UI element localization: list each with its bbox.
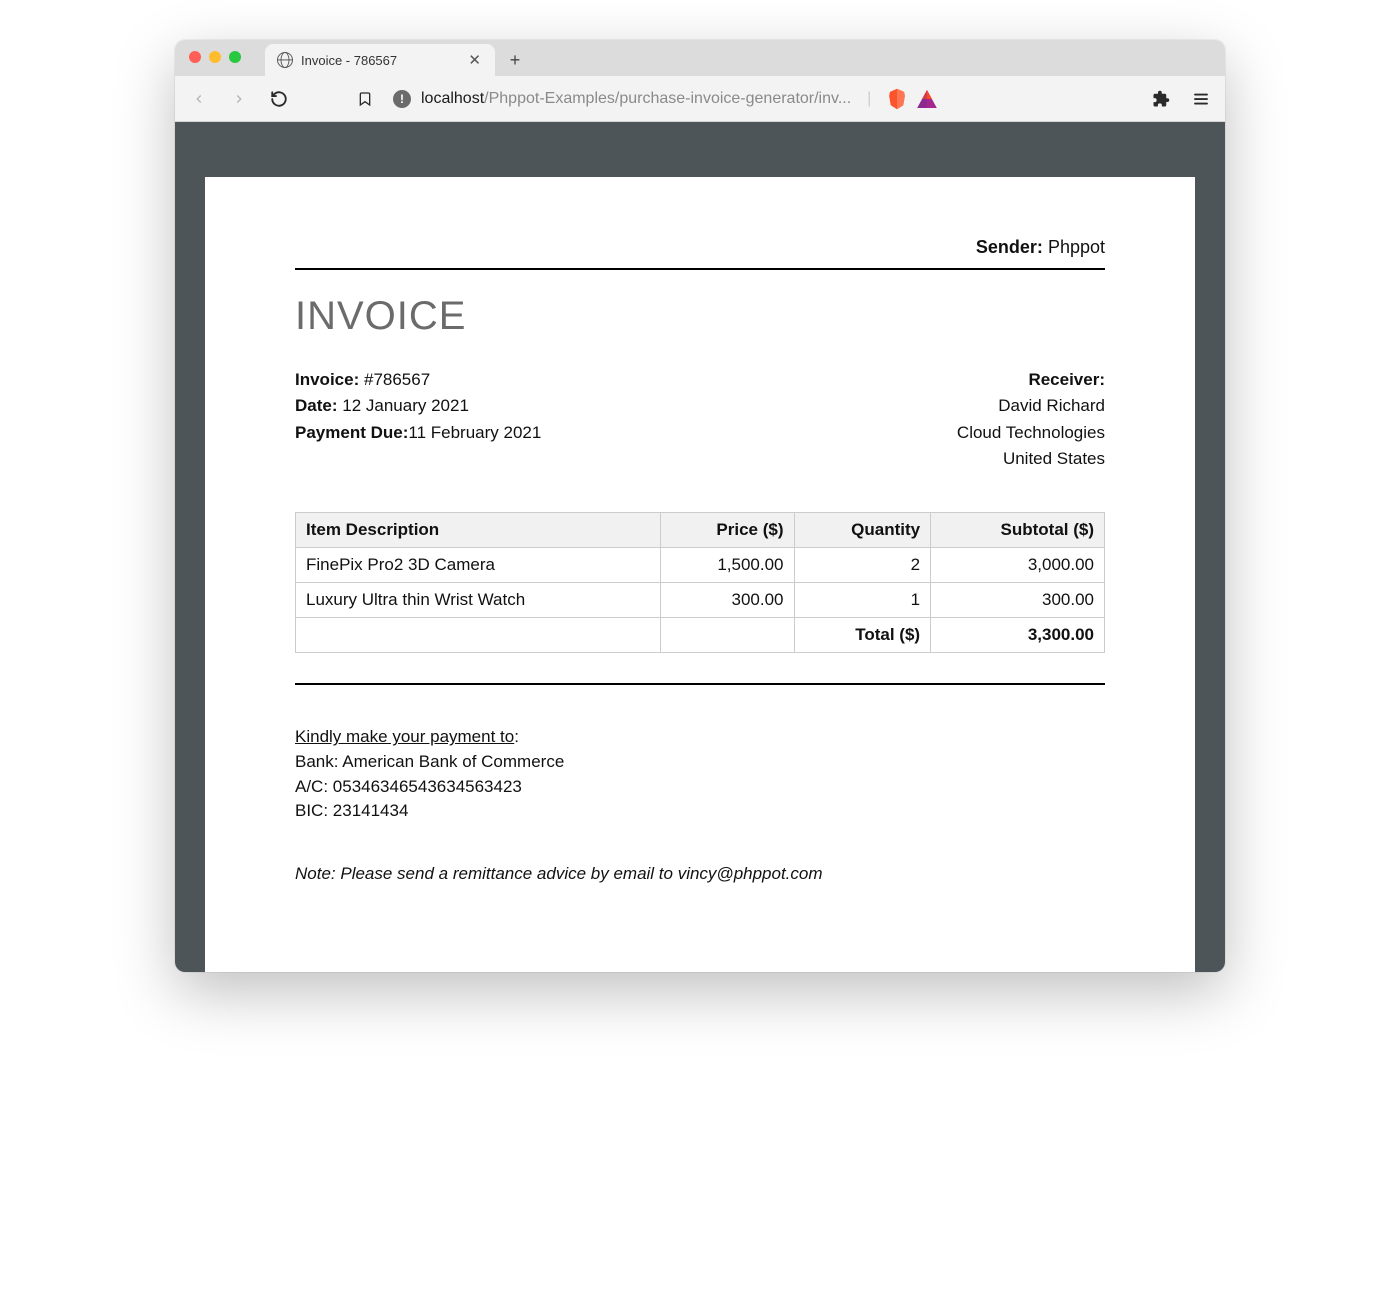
meta-row: Invoice: #786567 Date: 12 January 2021 P… — [295, 367, 1105, 472]
cell-subtotal: 300.00 — [931, 583, 1105, 618]
sender-line: Sender: Phppot — [295, 237, 1105, 258]
globe-icon — [277, 52, 293, 68]
payment-account: A/C: 05346346543634563423 — [295, 777, 522, 796]
cell-desc: FinePix Pro2 3D Camera — [296, 548, 661, 583]
table-row: FinePix Pro2 3D Camera 1,500.00 2 3,000.… — [296, 548, 1105, 583]
invoice-date-label: Date: — [295, 396, 338, 415]
window-controls — [189, 51, 241, 63]
divider — [295, 268, 1105, 270]
forward-button[interactable] — [227, 87, 251, 111]
titlebar: Invoice - 786567 ✕ + — [175, 40, 1225, 76]
cell-price: 300.00 — [660, 583, 794, 618]
sender-label: Sender: — [976, 237, 1043, 257]
payment-bank: Bank: American Bank of Commerce — [295, 752, 564, 771]
brave-shield-icon[interactable] — [887, 88, 907, 110]
site-info-icon[interactable]: ! — [393, 90, 411, 108]
tab-title: Invoice - 786567 — [301, 53, 397, 68]
invoice-number: #786567 — [364, 370, 430, 389]
toolbar: ! localhost/Phppot-Examples/purchase-inv… — [175, 76, 1225, 122]
receiver-name: David Richard — [957, 393, 1105, 419]
url-path: /Phppot-Examples/purchase-invoice-genera… — [484, 90, 851, 107]
total-value: 3,300.00 — [931, 618, 1105, 653]
col-desc: Item Description — [296, 513, 661, 548]
minimize-window-button[interactable] — [209, 51, 221, 63]
new-tab-button[interactable]: + — [501, 46, 529, 74]
browser-window: Invoice - 786567 ✕ + ! localhost/Phppot-… — [175, 40, 1225, 972]
browser-tab[interactable]: Invoice - 786567 ✕ — [265, 44, 495, 76]
cell-qty: 1 — [794, 583, 931, 618]
table-header-row: Item Description Price ($) Quantity Subt… — [296, 513, 1105, 548]
receiver-meta: Receiver: David Richard Cloud Technologi… — [957, 367, 1105, 472]
extensions-button[interactable] — [1149, 87, 1173, 111]
invoice-number-label: Invoice: — [295, 370, 359, 389]
back-button[interactable] — [187, 87, 211, 111]
invoice-page: Sender: Phppot INVOICE Invoice: #786567 … — [205, 177, 1195, 972]
receiver-company: Cloud Technologies — [957, 420, 1105, 446]
payment-heading: Kindly make your payment to — [295, 727, 514, 746]
close-window-button[interactable] — [189, 51, 201, 63]
url-host: localhost — [421, 90, 484, 107]
table-row: Luxury Ultra thin Wrist Watch 300.00 1 3… — [296, 583, 1105, 618]
col-qty: Quantity — [794, 513, 931, 548]
bookmark-button[interactable] — [353, 87, 377, 111]
col-price: Price ($) — [660, 513, 794, 548]
reload-button[interactable] — [267, 87, 291, 111]
payment-bic: BIC: 23141434 — [295, 801, 408, 820]
payment-due: 11 February 2021 — [408, 423, 541, 442]
items-table: Item Description Price ($) Quantity Subt… — [295, 512, 1105, 653]
page-title: INVOICE — [295, 294, 1105, 339]
payment-due-label: Payment Due: — [295, 423, 408, 442]
cell-subtotal: 3,000.00 — [931, 548, 1105, 583]
total-row: Total ($) 3,300.00 — [296, 618, 1105, 653]
maximize-window-button[interactable] — [229, 51, 241, 63]
col-subtotal: Subtotal ($) — [931, 513, 1105, 548]
brave-rewards-icon[interactable] — [917, 90, 937, 108]
cell-desc: Luxury Ultra thin Wrist Watch — [296, 583, 661, 618]
payment-info: Kindly make your payment to: Bank: Ameri… — [295, 725, 1105, 824]
sender-name: Phppot — [1048, 237, 1105, 257]
menu-button[interactable] — [1189, 87, 1213, 111]
invoice-meta: Invoice: #786567 Date: 12 January 2021 P… — [295, 367, 541, 472]
cell-qty: 2 — [794, 548, 931, 583]
receiver-country: United States — [957, 446, 1105, 472]
divider — [295, 683, 1105, 685]
invoice-date: 12 January 2021 — [342, 396, 469, 415]
close-tab-button[interactable]: ✕ — [466, 51, 483, 69]
viewport: Sender: Phppot INVOICE Invoice: #786567 … — [175, 122, 1225, 972]
remittance-note: Note: Please send a remittance advice by… — [295, 864, 1105, 884]
cell-price: 1,500.00 — [660, 548, 794, 583]
total-label: Total ($) — [794, 618, 931, 653]
address-bar[interactable]: ! localhost/Phppot-Examples/purchase-inv… — [393, 88, 1133, 110]
receiver-label: Receiver: — [1028, 370, 1105, 389]
